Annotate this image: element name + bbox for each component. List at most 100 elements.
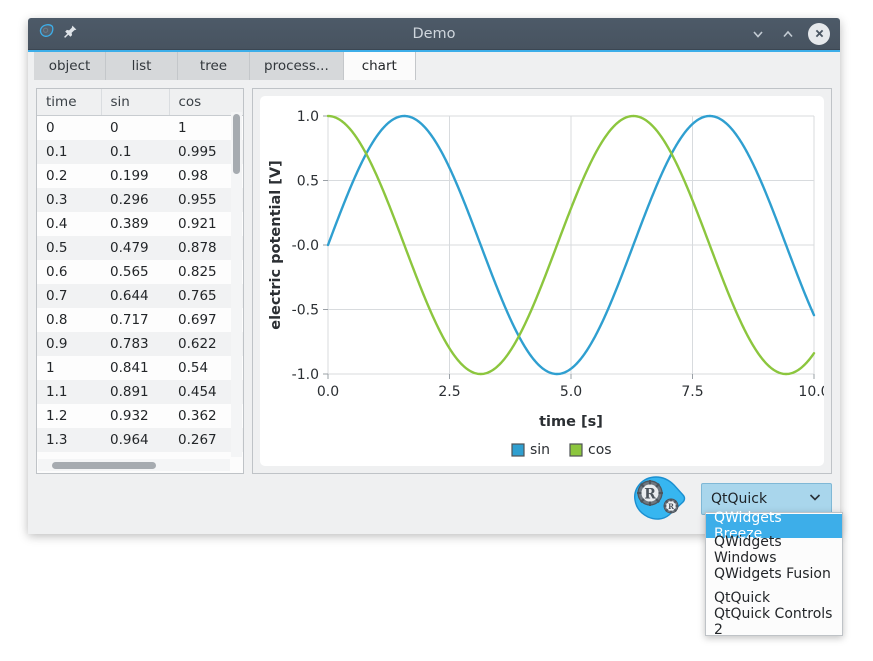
window-body: time sin cos 0 0 1 0.1 0.1 0.995 0.2 0.199 0.98 0… [28, 80, 840, 534]
table-row[interactable]: 1.2 0.932 0.362 [37, 404, 243, 428]
table-cell-time[interactable]: 0.3 [37, 188, 101, 212]
table-cell-sin[interactable]: 0.932 [101, 404, 169, 428]
maximize-button[interactable] [778, 24, 798, 44]
sine-cosine-chart: 1.0 0.5 -0.0 -0.5 -1.00.0 2.5 5.0 7.5 10.0 time [… [268, 109, 824, 458]
legend-label-cos: cos [588, 442, 612, 458]
table-cell-time[interactable]: 0.4 [37, 212, 101, 236]
table-cell-time[interactable]: 0.2 [37, 164, 101, 188]
table-cell-sin[interactable]: 0.199 [101, 164, 169, 188]
style-selector-dropdown[interactable]: QWidgets Breeze QWidgets Windows QWidgets … [705, 510, 843, 638]
table-cell-time[interactable]: 0.5 [37, 236, 101, 260]
title-bar: Demo [28, 18, 840, 50]
x-tick-label: 2.5 [438, 384, 460, 400]
table-row[interactable]: 0.7 0.644 0.765 [37, 284, 243, 308]
table-header-row: time sin cos [37, 89, 243, 116]
close-icon [815, 29, 823, 38]
table-cell-time[interactable]: 0 [37, 115, 101, 140]
table-cell-sin[interactable]: 0.296 [101, 188, 169, 212]
table-row[interactable]: 1.1 0.891 0.454 [37, 380, 243, 404]
dropdown-item-4[interactable]: QtQuick Controls 2 [706, 606, 842, 638]
table-cell-time[interactable]: 0.7 [37, 284, 101, 308]
column-header-time[interactable]: time [37, 89, 102, 116]
legend-swatch-cos [569, 443, 583, 457]
dropdown-item-2[interactable]: QWidgets Fusion [706, 562, 842, 586]
table-row[interactable]: 1.3 0.964 0.267 [37, 428, 243, 452]
x-tick-label: 5.0 [560, 384, 582, 400]
table-row[interactable]: 0.4 0.389 0.921 [37, 212, 243, 236]
table-cell-time[interactable]: 0.6 [37, 260, 101, 284]
window-controls [748, 22, 840, 45]
table-row[interactable]: 0.3 0.296 0.955 [37, 188, 243, 212]
table-cell-sin[interactable]: 0.717 [101, 308, 169, 332]
table-row[interactable]: 0.1 0.1 0.995 [37, 140, 243, 164]
data-table-pane: time sin cos 0 0 1 0.1 0.1 0.995 0.2 0.199 0.98 0… [36, 88, 244, 474]
table-horizontal-scroll-thumb[interactable] [52, 462, 156, 469]
table-cell-sin[interactable]: 0.1 [101, 140, 169, 164]
table-cell-time[interactable]: 1.1 [37, 380, 101, 404]
tab-bar: object list tree process... chart [28, 50, 840, 80]
screen: Demo object list tree process... chart t… [0, 0, 873, 661]
table-row[interactable]: 0.8 0.717 0.697 [37, 308, 243, 332]
data-table: time sin cos 0 0 1 0.1 0.1 0.995 0.2 0.199 0.98 0… [37, 89, 243, 452]
chart-card: 1.0 0.5 -0.0 -0.5 -1.0 0.0 2.5 5.0 7.5 10.0 time [… [260, 96, 824, 466]
table-row[interactable]: 0.2 0.199 0.98 [37, 164, 243, 188]
x-tick-label: 10.0 [798, 384, 824, 400]
y-tick-label: -0.5 [292, 303, 319, 319]
table-cell-time[interactable]: 0.9 [37, 332, 101, 356]
legend-label-sin: sin [530, 442, 550, 458]
y-tick-label: 1.0 [297, 109, 319, 125]
table-cell-sin[interactable]: 0.389 [101, 212, 169, 236]
style-selector-value: QtQuick [711, 491, 768, 507]
table-row[interactable]: 1 0.841 0.54 [37, 356, 243, 380]
table-cell-time[interactable]: 0.8 [37, 308, 101, 332]
y-tick-label: 0.5 [297, 174, 319, 190]
column-header-sin[interactable]: sin [101, 89, 170, 116]
tab-object[interactable]: object [34, 52, 106, 80]
svg-text:R: R [644, 487, 656, 503]
table-cell-sin[interactable]: 0.964 [101, 428, 169, 452]
qt-logo-icon [38, 23, 55, 44]
table-vertical-scrollbar[interactable] [231, 112, 242, 457]
y-axis-label: electric potential [V] [268, 160, 284, 330]
x-tick-label: 7.5 [681, 384, 703, 400]
table-cell-sin[interactable]: 0.841 [101, 356, 169, 380]
table-cell-time[interactable]: 1.3 [37, 428, 101, 452]
table-cell-time[interactable]: 1 [37, 356, 101, 380]
content-panes: time sin cos 0 0 1 0.1 0.1 0.995 0.2 0.199 0.98 0… [36, 88, 832, 474]
app-window: Demo object list tree process... chart t… [28, 18, 840, 534]
table-row[interactable]: 0.9 0.783 0.622 [37, 332, 243, 356]
chevron-down-icon [808, 490, 822, 508]
table-cell-time[interactable]: 1.2 [37, 404, 101, 428]
close-button[interactable] [808, 22, 830, 45]
legend-swatch-sin [511, 443, 525, 457]
dropdown-item-1[interactable]: QWidgets Windows [706, 534, 842, 566]
y-tick-label: -0.0 [292, 238, 319, 254]
tab-process[interactable]: process... [250, 52, 344, 80]
title-bar-left-icons [28, 23, 78, 44]
table-row[interactable]: 001 [37, 115, 243, 140]
y-tick-label: -1.0 [292, 367, 319, 383]
table-cell-sin[interactable]: 0.479 [101, 236, 169, 260]
table-cell-time[interactable]: 0.1 [37, 140, 101, 164]
tab-chart[interactable]: chart [343, 52, 416, 80]
table-cell-sin[interactable]: 0 [101, 115, 169, 140]
table-cell-sin[interactable]: 0.891 [101, 380, 169, 404]
svg-text:R: R [668, 502, 674, 511]
pin-icon[interactable] [63, 24, 78, 43]
table-cell-sin[interactable]: 0.565 [101, 260, 169, 284]
minimize-button[interactable] [748, 24, 768, 44]
x-axis-label: time [s] [539, 414, 603, 430]
table-body: 0 0 1 0.1 0.1 0.995 0.2 0.199 0.98 0.3 0.296 0.955 0… [37, 115, 243, 452]
table-row[interactable]: 0.5 0.479 0.878 [37, 236, 243, 260]
tab-tree[interactable]: tree [178, 52, 250, 80]
table-vertical-scroll-thumb[interactable] [233, 114, 240, 174]
table-cell-sin[interactable]: 0.783 [101, 332, 169, 356]
tab-list[interactable]: list [106, 52, 178, 80]
table-cell-sin[interactable]: 0.644 [101, 284, 169, 308]
window-title: Demo [412, 25, 456, 42]
chart-pane: 1.0 0.5 -0.0 -0.5 -1.0 0.0 2.5 5.0 7.5 10.0 time [… [252, 88, 832, 474]
table-horizontal-scrollbar[interactable] [38, 459, 230, 471]
table-row[interactable]: 0.6 0.565 0.825 [37, 260, 243, 284]
x-tick-label: 0.0 [317, 384, 339, 400]
rust-qt-logo-icon: R R [629, 473, 687, 525]
